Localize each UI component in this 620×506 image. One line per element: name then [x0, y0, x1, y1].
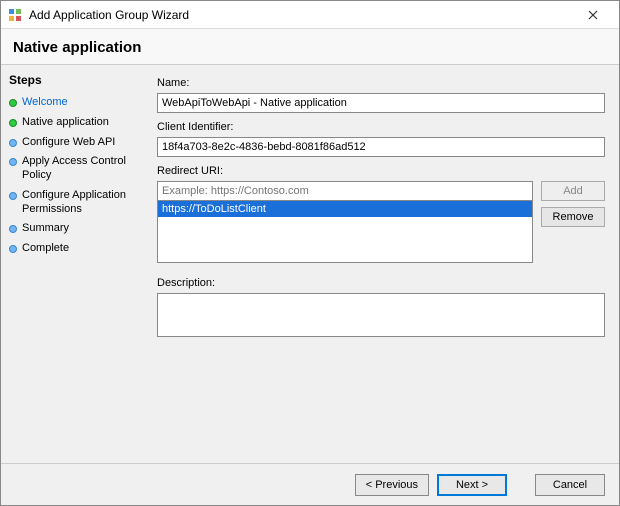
- previous-button[interactable]: < Previous: [355, 474, 429, 496]
- step-apply-access-control-policy[interactable]: Apply Access Control Policy: [9, 152, 141, 186]
- step-label: Native application: [22, 116, 109, 130]
- add-uri-button[interactable]: Add: [541, 181, 605, 201]
- step-pending-icon: [9, 245, 17, 253]
- wizard-body: Steps Welcome Native application Configure…: [1, 65, 619, 463]
- cancel-button[interactable]: Cancel: [535, 474, 605, 496]
- step-label: Configure Web API: [22, 136, 115, 150]
- redirect-uri-item[interactable]: https://ToDoListClient: [158, 201, 532, 217]
- step-label: Configure Application Permissions: [22, 189, 141, 217]
- client-id-label: Client Identifier:: [157, 121, 605, 133]
- redirect-uri-label: Redirect URI:: [157, 165, 605, 177]
- app-icon: [7, 7, 23, 23]
- window-title: Add Application Group Wizard: [29, 8, 573, 22]
- steps-heading: Steps: [9, 73, 141, 87]
- step-label: Complete: [22, 242, 69, 256]
- step-complete-icon: [9, 99, 17, 107]
- step-pending-icon: [9, 225, 17, 233]
- step-complete[interactable]: Complete: [9, 239, 141, 259]
- step-label: Summary: [22, 222, 69, 236]
- step-label: Apply Access Control Policy: [22, 155, 141, 183]
- remove-uri-button[interactable]: Remove: [541, 207, 605, 227]
- close-icon: [588, 10, 598, 20]
- step-pending-icon: [9, 158, 17, 166]
- redirect-uri-list[interactable]: https://ToDoListClient: [157, 201, 533, 263]
- step-pending-icon: [9, 139, 17, 147]
- step-welcome[interactable]: Welcome: [9, 93, 141, 113]
- description-label: Description:: [157, 277, 605, 289]
- step-label: Welcome: [22, 96, 68, 110]
- redirect-uri-input[interactable]: [157, 181, 533, 201]
- step-summary[interactable]: Summary: [9, 219, 141, 239]
- step-configure-application-permissions[interactable]: Configure Application Permissions: [9, 186, 141, 220]
- name-input[interactable]: [157, 93, 605, 113]
- titlebar: Add Application Group Wizard: [1, 1, 619, 29]
- name-label: Name:: [157, 77, 605, 89]
- step-pending-icon: [9, 192, 17, 200]
- client-id-input[interactable]: [157, 137, 605, 157]
- step-complete-icon: [9, 119, 17, 127]
- wizard-window: Add Application Group Wizard Native appl…: [0, 0, 620, 506]
- wizard-footer: < Previous Next > Cancel: [1, 463, 619, 505]
- steps-sidebar: Steps Welcome Native application Configure…: [1, 65, 149, 463]
- form-panel: Name: Client Identifier: Redirect URI: h…: [149, 65, 619, 463]
- step-configure-web-api[interactable]: Configure Web API: [9, 133, 141, 153]
- step-native-application[interactable]: Native application: [9, 113, 141, 133]
- description-input[interactable]: [157, 293, 605, 337]
- close-button[interactable]: [573, 2, 613, 28]
- page-title: Native application: [1, 29, 619, 65]
- next-button[interactable]: Next >: [437, 474, 507, 496]
